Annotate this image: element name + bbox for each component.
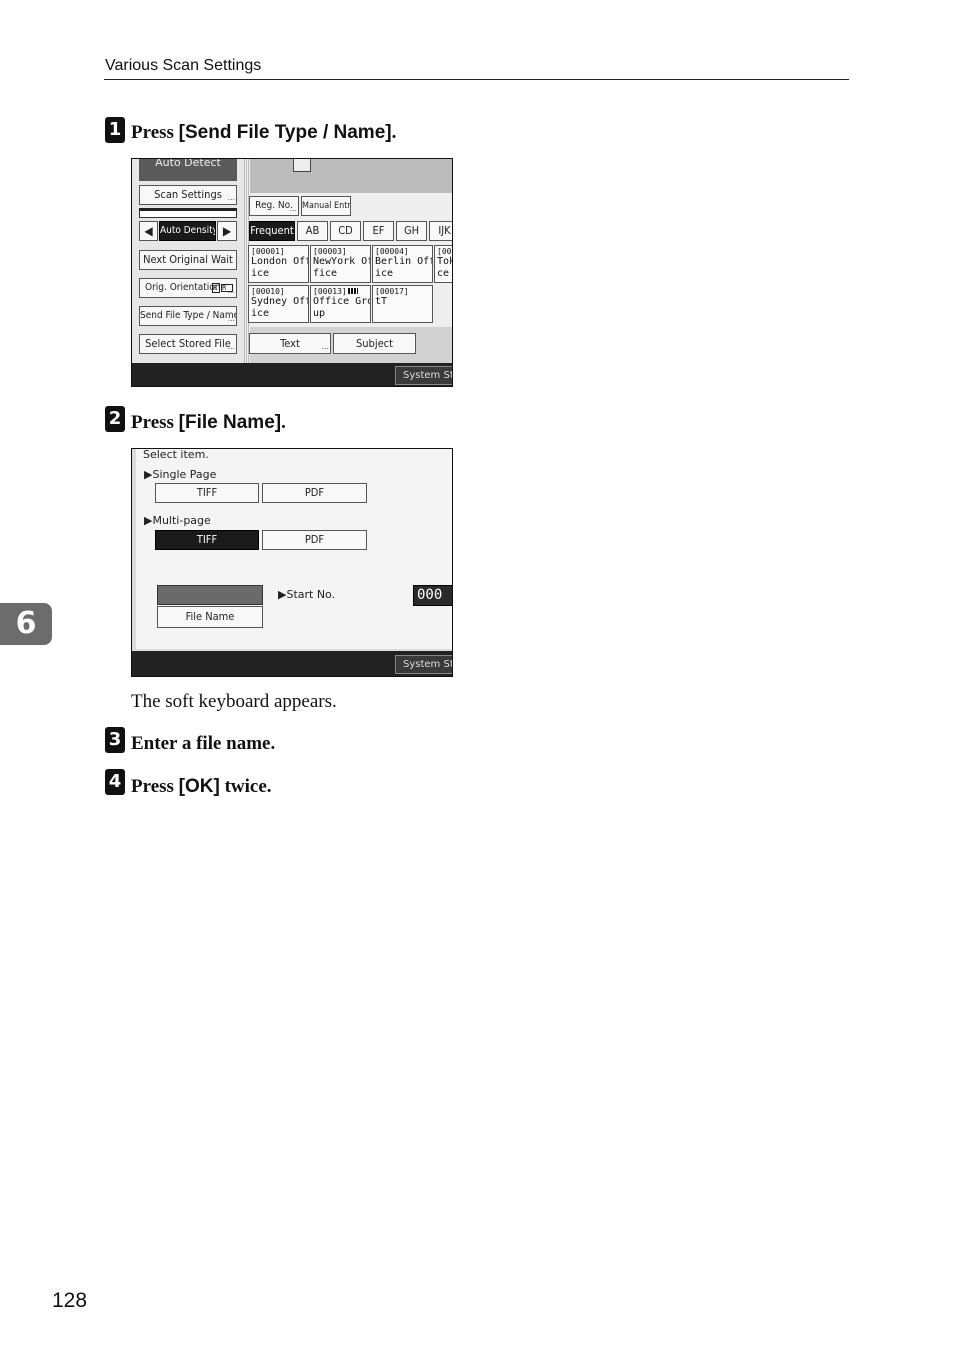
landscape-orientation-icon: R — [221, 284, 233, 292]
destination-button[interactable]: [00001]London Off ice — [248, 245, 309, 283]
tab-frequent[interactable]: Frequent — [249, 221, 295, 241]
destination-button[interactable]: [00010]Sydney Off ice — [248, 285, 309, 323]
destination-display — [250, 159, 452, 193]
page-number: 128 — [52, 1289, 88, 1312]
start-no-label: ▶Start No. — [278, 588, 336, 601]
destination-button[interactable]: [000Tok ce — [434, 245, 452, 283]
step-4-text: Press [OK] twice. — [131, 776, 272, 798]
step-3-number: 3 — [105, 727, 125, 753]
system-status-button[interactable]: System Status — [395, 655, 452, 674]
destination-code: [00001] — [251, 247, 285, 256]
destination-code: [00003] — [313, 247, 347, 256]
orig-orientation-button[interactable]: Orig. Orientation R R — [139, 278, 237, 298]
destination-name: Tok ce — [437, 256, 452, 279]
send-file-type-name-button[interactable]: Send File Type / Name — [139, 306, 237, 326]
result-note: The soft keyboard appears. — [131, 691, 337, 712]
chapter-tab: 6 — [0, 603, 52, 645]
destination-code-text: [00013] — [313, 287, 347, 296]
text-button[interactable]: Text — [249, 333, 331, 354]
system-status-button[interactable]: System Status — [395, 366, 452, 385]
tab-ab[interactable]: AB — [297, 221, 328, 241]
reg-no-button[interactable]: Reg. No. — [249, 196, 299, 216]
single-page-tiff-button[interactable]: TIFF — [155, 483, 259, 503]
step-1-text: Press [Send File Type / Name]. — [131, 122, 396, 144]
step-2-text: Press [File Name]. — [131, 412, 286, 434]
destination-code: [00017] — [375, 287, 409, 296]
multi-page-label: ▶Multi-page — [144, 514, 211, 527]
step-2-number: 2 — [105, 406, 125, 432]
step-4-number: 4 — [105, 769, 125, 795]
step-3-text: Enter a file name. — [131, 733, 276, 754]
step-2-key: [File Name] — [178, 412, 282, 433]
destination-name: tT — [375, 296, 388, 307]
document-icon — [293, 159, 311, 172]
single-page-label: ▶Single Page — [144, 468, 217, 481]
multi-page-pdf-button[interactable]: PDF — [262, 530, 367, 550]
auto-density-button[interactable]: Auto Density — [159, 221, 216, 241]
density-darker-icon[interactable]: ▶ — [217, 221, 237, 241]
step-1-suffix: . — [391, 122, 397, 143]
header-rule — [104, 79, 849, 80]
start-no-input[interactable]: 000 — [413, 585, 452, 606]
destination-button[interactable]: [00004]Berlin Off ice — [372, 245, 433, 283]
subject-button[interactable]: Subject — [333, 333, 416, 354]
orig-orientation-label: Orig. Orientation — [145, 282, 221, 293]
file-name-display-field — [157, 585, 263, 605]
density-lighter-icon[interactable]: ◀ — [139, 221, 158, 241]
tab-gh[interactable]: GH — [396, 221, 427, 241]
multi-page-tiff-button[interactable]: TIFF — [155, 530, 259, 550]
group-icon — [347, 288, 358, 294]
destination-name: London Off ice — [251, 256, 308, 279]
destination-button[interactable]: [00013]Office Gro up — [310, 285, 371, 323]
step-4-key: [OK] — [178, 776, 220, 797]
step-1-key: [Send File Type / Name] — [178, 122, 392, 143]
select-item-instruction: Select item. — [143, 448, 209, 461]
running-header: Various Scan Settings — [105, 57, 262, 74]
portrait-orientation-icon: R — [212, 283, 220, 293]
destination-button[interactable]: [00017] tT — [372, 285, 433, 323]
destination-button[interactable]: [00003]NewYork Of fice — [310, 245, 371, 283]
step-4-prefix: Press — [131, 776, 179, 797]
destination-name: Office Gro up — [313, 296, 370, 319]
tab-ijk[interactable]: IJK — [429, 221, 452, 241]
destination-code: [00010] — [251, 287, 285, 296]
step-4-suffix: twice. — [219, 776, 272, 797]
destination-code: [000 — [437, 247, 452, 256]
step-1-prefix: Press — [131, 122, 179, 143]
tab-cd[interactable]: CD — [330, 221, 361, 241]
tab-ef[interactable]: EF — [363, 221, 394, 241]
destination-code: [00004] — [375, 247, 409, 256]
destination-name: Sydney Off ice — [251, 296, 308, 319]
step-1-number: 1 — [105, 117, 125, 143]
step-2-prefix: Press — [131, 412, 179, 433]
screenshot-scanner-main: Auto Detect Scan Settings ◀ Auto Density… — [131, 158, 453, 387]
next-original-wait-button[interactable]: Next Original Wait — [139, 250, 237, 270]
file-name-button[interactable]: File Name — [157, 606, 263, 628]
manual-entry-button[interactable]: Manual Entry — [301, 196, 351, 216]
select-stored-file-button[interactable]: Select Stored File — [139, 334, 237, 354]
step-2-suffix: . — [281, 412, 286, 433]
destination-name: NewYork Of fice — [313, 256, 370, 279]
screenshot-file-type-dialog: Select item. ▶Single Page TIFF PDF ▶Mult… — [131, 448, 453, 677]
scan-settings-button[interactable]: Scan Settings — [139, 185, 237, 205]
density-scale — [139, 208, 237, 218]
auto-detect-indicator: Auto Detect — [139, 159, 237, 181]
single-page-pdf-button[interactable]: PDF — [262, 483, 367, 503]
destination-name: Berlin Off ice — [375, 256, 432, 279]
destination-code: [00013] — [313, 287, 369, 296]
